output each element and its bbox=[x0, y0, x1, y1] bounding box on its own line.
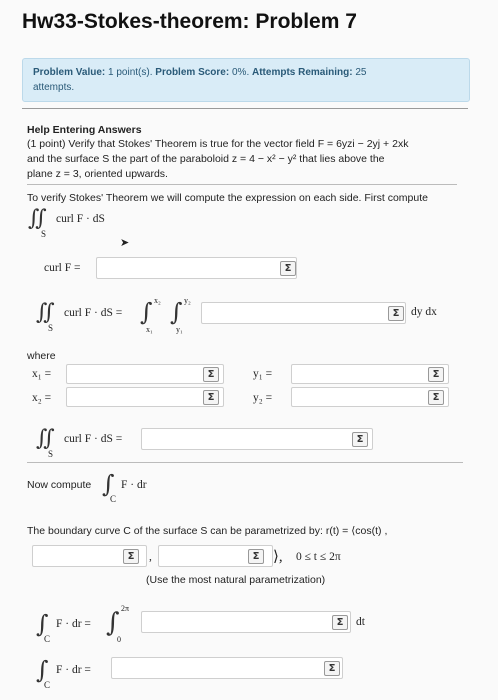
problem-status-line: Problem Value: 1 point(s). Problem Score… bbox=[33, 67, 366, 78]
problem-statement-line-3: plane z = 3, oriented upwards. bbox=[27, 168, 168, 180]
sigma-icon[interactable]: Σ bbox=[388, 306, 404, 321]
divider bbox=[27, 462, 463, 463]
dt-label: dt bbox=[356, 616, 365, 628]
curl-f-input[interactable] bbox=[96, 257, 297, 279]
sigma-icon[interactable]: Σ bbox=[332, 615, 348, 630]
y1-label: y₁ = bbox=[253, 368, 273, 380]
sigma-icon[interactable]: Σ bbox=[428, 367, 444, 382]
bound-x1: x₁ bbox=[146, 325, 153, 334]
y2-label: y₂ = bbox=[253, 392, 273, 404]
problem-statement-line-2: and the surface S the part of the parabo… bbox=[27, 153, 385, 165]
line-integral-result-input[interactable] bbox=[111, 657, 343, 679]
divider bbox=[27, 184, 457, 185]
x1-input[interactable] bbox=[66, 364, 224, 384]
cursor-pointer: ➤ bbox=[120, 237, 130, 249]
subscript-c: C bbox=[44, 634, 51, 644]
subscript-c: C bbox=[44, 680, 51, 690]
integral-sign-outer: ∫ bbox=[140, 298, 153, 326]
integral-sign-inner: ∫ bbox=[170, 298, 183, 326]
surface-integral-result-input[interactable] bbox=[141, 428, 373, 450]
sigma-icon[interactable]: Σ bbox=[352, 432, 368, 447]
problem-value-label: Problem Value: bbox=[33, 67, 106, 78]
bound-y2: y₂ bbox=[184, 296, 191, 305]
curl-f-ds-equals: curl F · dS = bbox=[64, 307, 123, 319]
problem-score-label: Problem Score: bbox=[155, 67, 230, 78]
sigma-icon[interactable]: Σ bbox=[203, 390, 219, 405]
line-integrand-input[interactable] bbox=[141, 611, 351, 633]
subscript-c: C bbox=[110, 494, 117, 504]
dy-dx-label: dy dx bbox=[411, 306, 437, 318]
subscript-s: S bbox=[41, 229, 47, 239]
attempts-remaining-label: Attempts Remaining: bbox=[252, 67, 353, 78]
help-entering-answers-link[interactable]: Help Entering Answers bbox=[27, 124, 142, 136]
integral-sign: ∫ bbox=[106, 608, 120, 638]
divider bbox=[22, 108, 468, 109]
x1-label: x₁ = bbox=[32, 368, 52, 380]
integrand-input[interactable] bbox=[201, 302, 406, 324]
y1-input[interactable] bbox=[291, 364, 449, 384]
problem-score: 0%. bbox=[231, 67, 250, 78]
subscript-s: S bbox=[48, 449, 54, 459]
close-angle-bracket: ⟩, bbox=[273, 549, 283, 565]
x2-input[interactable] bbox=[66, 387, 224, 407]
y2-input[interactable] bbox=[291, 387, 449, 407]
where-label: where bbox=[27, 350, 56, 362]
f-dot-dr-equals: F · dr = bbox=[56, 664, 91, 676]
sigma-icon[interactable]: Σ bbox=[203, 367, 219, 382]
boundary-curve-text: The boundary curve C of the surface S ca… bbox=[27, 525, 388, 537]
problem-statement-line-1: (1 point) Verify that Stokes' Theorem is… bbox=[27, 138, 409, 150]
sigma-icon[interactable]: Σ bbox=[428, 390, 444, 405]
x2-label: x₂ = bbox=[32, 392, 52, 404]
sigma-icon[interactable]: Σ bbox=[324, 661, 340, 676]
lower-bound-0: 0 bbox=[117, 635, 121, 644]
attempts-suffix: attempts. bbox=[33, 82, 75, 93]
problem-value: 1 point(s). bbox=[108, 67, 153, 78]
double-integral-sign: ∬ bbox=[28, 206, 47, 231]
subscript-s: S bbox=[48, 323, 54, 333]
f-dot-dr-expression: F · dr bbox=[121, 479, 147, 491]
comma-separator: , bbox=[149, 551, 152, 563]
now-compute-text: Now compute bbox=[27, 479, 92, 491]
curl-f-ds-equals: curl F · dS = bbox=[64, 433, 123, 445]
bound-x2: x₂ bbox=[154, 296, 161, 305]
upper-bound-2pi: 2π bbox=[121, 604, 130, 613]
sigma-icon[interactable]: Σ bbox=[248, 549, 264, 564]
page-title: Hw33-Stokes-theorem: Problem 7 bbox=[22, 10, 357, 33]
sigma-icon[interactable]: Σ bbox=[280, 261, 296, 276]
instruction-text: To verify Stokes' Theorem we will comput… bbox=[27, 192, 428, 204]
curl-f-ds-expression: curl F · dS bbox=[56, 213, 105, 225]
double-integral-sign: ∬ bbox=[36, 300, 55, 325]
parameter-range: 0 ≤ t ≤ 2π bbox=[296, 551, 341, 563]
sigma-icon[interactable]: Σ bbox=[123, 549, 139, 564]
attempts-remaining: 25 bbox=[355, 67, 367, 78]
parametrization-hint: (Use the most natural parametrization) bbox=[146, 574, 326, 586]
bound-y1: y₁ bbox=[176, 325, 183, 334]
problem-info-box: Problem Value: 1 point(s). Problem Score… bbox=[22, 58, 470, 102]
f-dot-dr-equals: F · dr = bbox=[56, 618, 91, 630]
double-integral-sign: ∬ bbox=[36, 426, 55, 451]
curl-f-label: curl F = bbox=[44, 262, 81, 274]
